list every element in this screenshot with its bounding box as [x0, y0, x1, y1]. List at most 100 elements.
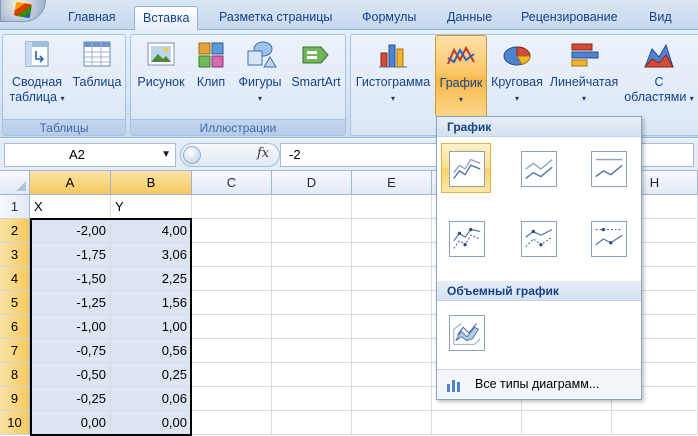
row-header[interactable]: 9 [0, 387, 30, 411]
cell[interactable]: 0,56 [111, 339, 192, 363]
cell[interactable]: -0,75 [30, 339, 111, 363]
chevron-down-icon[interactable]: ▼ [161, 144, 171, 166]
cell[interactable]: 1,00 [111, 315, 192, 339]
formula-bar-resize-handle[interactable] [183, 146, 201, 164]
cell[interactable]: -1,75 [30, 243, 111, 267]
shapes-button[interactable]: Фигуры ▾ [235, 39, 285, 106]
cell[interactable] [352, 291, 432, 315]
row-header[interactable]: 5 [0, 291, 30, 315]
cell[interactable] [272, 267, 352, 291]
cell[interactable] [192, 267, 272, 291]
row-header[interactable]: 3 [0, 243, 30, 267]
cell[interactable] [272, 339, 352, 363]
bar-chart-button[interactable]: Линейчатая ▾ [549, 39, 619, 106]
all-chart-types-link[interactable]: Все типы диаграмм... [437, 369, 641, 399]
line-with-markers-option[interactable] [441, 213, 491, 263]
cell[interactable]: 3,06 [111, 243, 192, 267]
cell[interactable] [352, 267, 432, 291]
row-header[interactable]: 6 [0, 315, 30, 339]
cell[interactable]: 2,25 [111, 267, 192, 291]
cell[interactable] [432, 411, 522, 435]
cell[interactable]: -1,00 [30, 315, 111, 339]
tab-review[interactable]: Рецензирование [521, 6, 618, 30]
cell[interactable] [612, 411, 698, 435]
cell[interactable] [352, 339, 432, 363]
cell[interactable] [352, 315, 432, 339]
row-header[interactable]: 10 [0, 411, 30, 435]
cell[interactable] [272, 291, 352, 315]
cell[interactable]: -0,50 [30, 363, 111, 387]
cell[interactable]: 0,00 [111, 411, 192, 435]
column-header-b[interactable]: B [111, 171, 192, 195]
table-button[interactable]: Таблица [69, 39, 125, 90]
cell[interactable] [352, 363, 432, 387]
tab-view[interactable]: Вид [649, 6, 672, 30]
3d-line-chart-option[interactable] [441, 307, 491, 357]
pie-chart-button[interactable]: Круговая ▾ [487, 39, 547, 106]
area-chart-button[interactable]: С областями ▾ [621, 39, 697, 106]
cell[interactable] [192, 387, 272, 411]
cell[interactable] [192, 243, 272, 267]
column-header-d[interactable]: D [272, 171, 352, 195]
cell[interactable] [272, 219, 352, 243]
cell[interactable] [192, 363, 272, 387]
cell[interactable]: 0,06 [111, 387, 192, 411]
column-header-a[interactable]: A [30, 171, 111, 195]
tab-home[interactable]: Главная [68, 6, 116, 30]
name-box[interactable]: A2 ▼ [4, 143, 176, 167]
cell[interactable] [352, 387, 432, 411]
picture-button[interactable]: Рисунок [133, 39, 189, 90]
pivot-table-button[interactable]: Сводная таблица ▾ [7, 39, 67, 106]
100-stacked-line-with-markers-option[interactable] [583, 213, 633, 263]
cell[interactable] [352, 195, 432, 219]
tab-data[interactable]: Данные [447, 6, 492, 30]
tab-insert[interactable]: Вставка [134, 6, 199, 31]
cell[interactable]: 0,25 [111, 363, 192, 387]
tab-formulas[interactable]: Формулы [362, 6, 416, 30]
cell[interactable] [192, 195, 272, 219]
column-header-e[interactable]: E [352, 171, 432, 195]
cell[interactable] [272, 195, 352, 219]
cell[interactable] [352, 411, 432, 435]
row-header[interactable]: 1 [0, 195, 30, 219]
smartart-button[interactable]: SmartArt [287, 39, 345, 90]
cell[interactable] [192, 291, 272, 315]
cell[interactable] [272, 387, 352, 411]
stacked-line-with-markers-option[interactable] [513, 213, 563, 263]
row-header[interactable]: 2 [0, 219, 30, 243]
100-stacked-line-chart-option[interactable] [583, 143, 633, 193]
cell[interactable]: X [30, 195, 111, 219]
office-button[interactable] [0, 0, 46, 22]
cell[interactable] [272, 411, 352, 435]
line-chart-option[interactable] [441, 143, 491, 193]
insert-function-icon[interactable]: fx [257, 146, 269, 161]
row-header[interactable]: 7 [0, 339, 30, 363]
cell[interactable]: -0,25 [30, 387, 111, 411]
cell[interactable] [272, 243, 352, 267]
histogram-button[interactable]: Гистограмма ▾ [353, 39, 433, 106]
cell[interactable]: -1,25 [30, 291, 111, 315]
cell[interactable]: -1,50 [30, 267, 111, 291]
cell[interactable] [522, 411, 612, 435]
cell[interactable] [192, 339, 272, 363]
cell[interactable] [192, 219, 272, 243]
clip-button[interactable]: Клип [191, 39, 231, 90]
cell[interactable]: 1,56 [111, 291, 192, 315]
row-header[interactable]: 4 [0, 267, 30, 291]
cell[interactable] [272, 363, 352, 387]
row-header[interactable]: 8 [0, 363, 30, 387]
cell[interactable]: 0,00 [30, 411, 111, 435]
cell[interactable] [272, 315, 352, 339]
cell[interactable] [192, 315, 272, 339]
select-all-button[interactable] [0, 171, 30, 195]
cell[interactable]: Y [111, 195, 192, 219]
stacked-line-chart-option[interactable] [513, 143, 563, 193]
cell[interactable]: -2,00 [30, 219, 111, 243]
cell[interactable] [352, 243, 432, 267]
cell[interactable] [352, 219, 432, 243]
cell[interactable] [192, 411, 272, 435]
line-chart-button[interactable]: График ▾ [435, 35, 487, 117]
cell[interactable]: 4,00 [111, 219, 192, 243]
tab-page-layout[interactable]: Разметка страницы [219, 6, 332, 30]
column-header-c[interactable]: C [192, 171, 272, 195]
